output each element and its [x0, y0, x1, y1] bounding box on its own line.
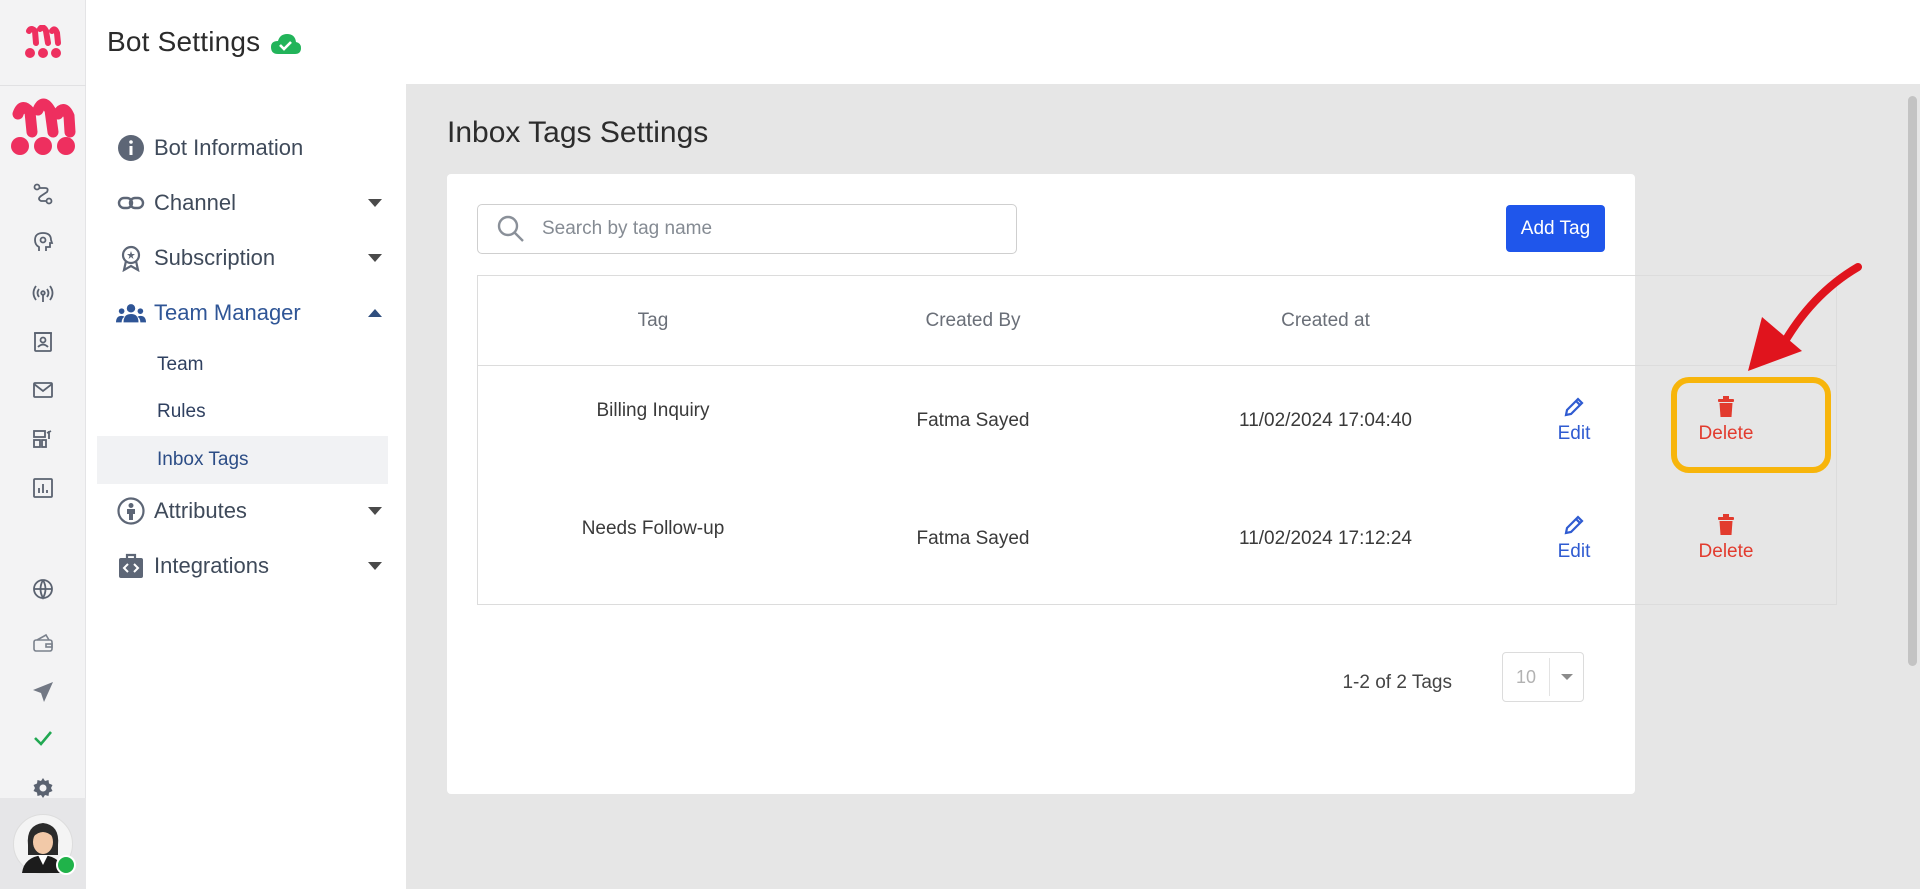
person-icon — [116, 496, 146, 526]
nav-bot-information[interactable]: Bot Information — [116, 128, 382, 168]
page-size-value: 10 — [1515, 666, 1537, 687]
check-icon[interactable] — [27, 722, 59, 754]
pagination-summary: 1-2 of 2 Tags — [1342, 672, 1452, 693]
nav-label: Integrations — [154, 553, 269, 578]
avatar[interactable] — [13, 813, 76, 875]
brand-logo-icon — [25, 24, 61, 58]
search-input[interactable] — [542, 218, 982, 240]
online-status-indicator — [56, 854, 76, 875]
nav-label: Bot Information — [154, 135, 304, 160]
chevron-down-icon[interactable] — [368, 254, 382, 262]
cell-created-at: 11/02/2024 17:12:24 — [1239, 528, 1412, 549]
section-heading: Inbox Tags Settings — [447, 116, 709, 149]
cloud-check-icon — [271, 34, 302, 54]
brand-logo-large-icon — [11, 98, 76, 155]
nav-label: Team Manager — [154, 300, 301, 325]
delete-button[interactable]: Delete — [1676, 508, 1776, 568]
nav-label: Attributes — [154, 498, 247, 523]
highlight-box — [1671, 377, 1831, 473]
pencil-icon — [1564, 515, 1584, 535]
brand-mark[interactable] — [8, 96, 78, 160]
add-tag-button[interactable]: Add Tag — [1506, 205, 1605, 252]
chevron-up-icon[interactable] — [368, 309, 382, 317]
contacts-icon[interactable] — [27, 326, 59, 358]
nav-team-manager[interactable]: Team Manager — [116, 293, 382, 333]
chevron-down-icon[interactable] — [368, 507, 382, 515]
edit-button[interactable]: Edit — [1524, 508, 1624, 568]
tags-table: Tag Created By Created at Billing Inquir… — [477, 275, 1837, 605]
column-header-created-by[interactable]: Created By — [828, 276, 1118, 366]
team-icon — [116, 298, 146, 328]
cell-tag: Needs Follow-up — [581, 518, 725, 539]
search-icon — [497, 215, 524, 242]
edit-button[interactable]: Edit — [1524, 390, 1624, 450]
globe-icon[interactable] — [27, 573, 59, 605]
cell-created-by: Fatma Sayed — [916, 410, 1030, 431]
edit-label: Edit — [1557, 423, 1591, 444]
cell-created-at: 11/02/2024 17:04:40 — [1239, 410, 1412, 431]
page-size-select[interactable]: 10 — [1502, 652, 1584, 702]
nav-label: Subscription — [154, 245, 276, 270]
sub-item-rules[interactable]: Rules — [157, 392, 397, 432]
nav-subscription[interactable]: Subscription — [116, 238, 382, 278]
page-title: Bot Settings — [107, 26, 261, 57]
send-icon[interactable] — [27, 676, 59, 708]
nav-attributes[interactable]: Attributes — [116, 491, 382, 531]
sub-item-inbox-tags[interactable]: Inbox Tags — [97, 436, 388, 484]
cell-tag: Billing Inquiry — [596, 400, 710, 421]
chevron-down-icon[interactable] — [368, 562, 382, 570]
table-row: Billing Inquiry Fatma Sayed 11/02/2024 1… — [478, 366, 1836, 484]
nav-label: Channel — [154, 190, 236, 215]
tags-card: Add Tag Tag Created By Created at Billin… — [447, 174, 1837, 794]
settings-nav: Bot Information Channel Subscription Tea… — [86, 84, 406, 889]
scrollbar[interactable] — [1902, 84, 1920, 889]
wallet-icon[interactable] — [27, 627, 59, 659]
edit-label: Edit — [1557, 541, 1591, 562]
mail-icon[interactable] — [27, 374, 59, 406]
nav-integrations[interactable]: Integrations — [116, 546, 382, 586]
info-icon — [116, 133, 146, 163]
analytics-icon[interactable] — [27, 472, 59, 504]
nav-channel[interactable]: Channel — [116, 183, 382, 223]
cell-created-by: Fatma Sayed — [916, 528, 1030, 549]
column-header-tag[interactable]: Tag — [478, 276, 828, 366]
top-header: Bot Settings — [86, 0, 1920, 84]
ai-brain-icon[interactable] — [27, 226, 59, 258]
chevron-down-icon[interactable] — [1550, 674, 1583, 680]
link-icon — [116, 188, 146, 218]
widgets-icon[interactable] — [27, 423, 59, 455]
trash-icon — [1718, 514, 1734, 535]
user-profile[interactable] — [0, 798, 86, 889]
pencil-icon — [1564, 397, 1584, 417]
code-bag-icon — [116, 551, 146, 581]
table-header: Tag Created By Created at — [478, 276, 1836, 366]
table-row: Needs Follow-up Fatma Sayed 11/02/2024 1… — [478, 484, 1836, 602]
delete-label: Delete — [1698, 541, 1754, 562]
badge-icon — [116, 243, 146, 273]
annotation-arrow-icon — [1748, 263, 1862, 371]
main-content: Inbox Tags Settings Add Tag Tag Created … — [406, 84, 1920, 889]
scrollbar-thumb[interactable] — [1908, 96, 1917, 666]
search-box[interactable] — [477, 204, 1017, 254]
sub-item-team[interactable]: Team — [157, 345, 397, 385]
app-logo[interactable] — [0, 0, 86, 86]
app-rail — [0, 0, 86, 889]
flow-icon[interactable] — [27, 178, 59, 210]
chevron-down-icon[interactable] — [368, 199, 382, 207]
column-header-created-at[interactable]: Created at — [1118, 276, 1533, 366]
broadcast-icon[interactable] — [27, 277, 59, 309]
